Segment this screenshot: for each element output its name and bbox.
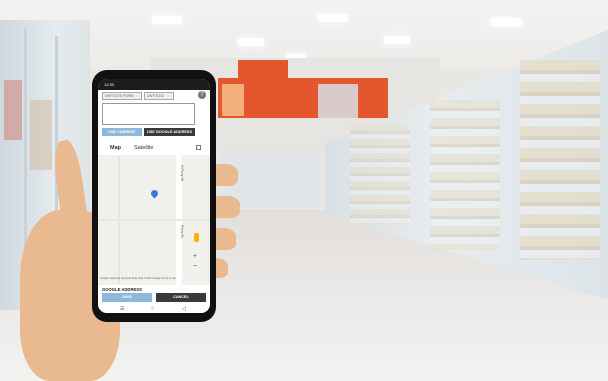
poster-image [318, 84, 358, 118]
map-road [98, 219, 210, 221]
street-label: N Ferry St [180, 165, 184, 181]
fullscreen-icon[interactable] [196, 145, 201, 150]
recents-icon[interactable]: ☰ [120, 306, 124, 312]
location-pin-icon[interactable] [149, 188, 160, 199]
ceiling-light [384, 36, 410, 44]
status-time: 12:30 [104, 82, 115, 87]
freezer-products [30, 100, 52, 170]
tab-satellite[interactable]: Satellite [134, 145, 154, 151]
map-road [118, 155, 120, 285]
save-button[interactable]: SAVE [102, 293, 152, 302]
form-name-field[interactable]: UNTITLED FORM [102, 92, 142, 100]
cancel-button[interactable]: CANCEL [156, 293, 206, 302]
zoom-out-button[interactable]: − [193, 263, 197, 271]
poster-image [222, 84, 244, 116]
map-type-tabs: Map Satellite [98, 141, 210, 156]
street-view-pegman-icon[interactable] [194, 233, 199, 242]
ceiling-light [152, 16, 182, 24]
street-label: Ferry St [180, 225, 184, 238]
ceiling-light [490, 18, 522, 26]
ceiling-light [318, 14, 348, 22]
back-icon[interactable]: ◁ [182, 306, 186, 312]
freezer-products [350, 125, 410, 225]
help-icon[interactable]: ? [198, 91, 206, 99]
freezer-products [520, 60, 600, 260]
freezer-products [4, 80, 22, 140]
address-textarea[interactable] [102, 103, 195, 125]
store-sign-red [238, 60, 288, 115]
map-view[interactable]: N Ferry St Ferry St + − Google Keyboard … [98, 155, 210, 285]
android-nav-bar: ☰ ○ ◁ [98, 305, 210, 313]
tab-map[interactable]: Map [110, 145, 121, 151]
map-attribution: Google Keyboard shortcuts Map data ©2023… [100, 277, 177, 280]
zoom-in-button[interactable]: + [193, 253, 197, 261]
home-icon[interactable]: ○ [151, 306, 154, 312]
status-bar: 12:30 [98, 79, 210, 90]
google-address-label: GOOGLE ADDRESS [102, 287, 142, 292]
use-current-button[interactable]: USE CURRENT [102, 128, 142, 136]
freezer-products [430, 100, 500, 250]
form-subname-field[interactable]: UNTITLED [144, 92, 174, 100]
use-google-address-button[interactable]: USE GOOGLE ADDRESS [144, 128, 195, 136]
ceiling-light [238, 38, 264, 46]
phone-screen: 12:30 UNTITLED FORM UNTITLED ? USE CURRE… [98, 79, 210, 313]
